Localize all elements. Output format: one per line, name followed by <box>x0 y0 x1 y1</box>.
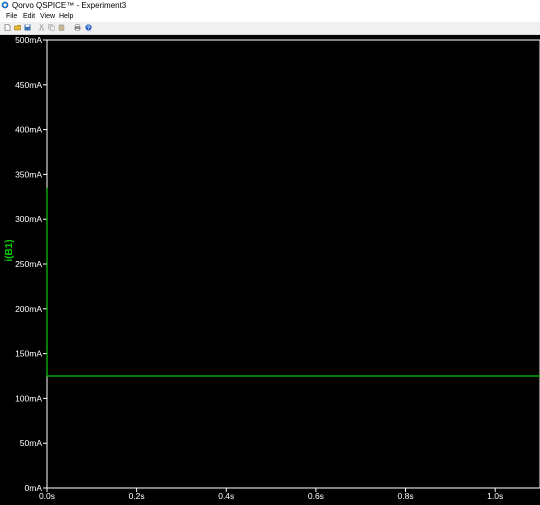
y-tick-label: 200mA <box>15 304 42 314</box>
y-tick-label: 50mA <box>20 438 43 448</box>
trace-i-b1[interactable] <box>46 187 540 377</box>
x-tick-label: 0.8s <box>398 491 414 500</box>
cut-icon[interactable] <box>38 24 45 31</box>
menu-edit[interactable]: Edit <box>23 11 35 22</box>
y-tick-label: 500mA <box>15 35 42 45</box>
waveform-chart[interactable]: 0mA50mA100mA150mA200mA250mA300mA350mA400… <box>0 35 540 501</box>
y-tick-label: 350mA <box>15 169 42 179</box>
menu-view[interactable]: View <box>40 11 55 22</box>
copy-icon[interactable] <box>48 24 55 31</box>
y-tick-label: 400mA <box>15 125 42 135</box>
save-icon[interactable] <box>24 24 31 31</box>
plot-frame <box>46 39 540 489</box>
help-icon[interactable]: ? <box>85 24 92 31</box>
menu-bar: File Edit View Help <box>0 11 540 22</box>
new-file-icon[interactable] <box>4 24 11 31</box>
waveform-plot[interactable]: 0mA 50mA 100mA 150mA 200mA 250mA 300mA 350mA 400… <box>0 35 540 501</box>
svg-text:?: ? <box>87 25 90 31</box>
y-tick-label: 300mA <box>15 214 42 224</box>
toolbar: ? <box>0 22 540 35</box>
menu-help[interactable]: Help <box>59 11 73 22</box>
y-tick-label: 250mA <box>15 259 42 269</box>
paste-icon[interactable] <box>58 24 65 31</box>
title-bar: Qorvo QSPICE™ - Experiment3 <box>0 0 540 11</box>
y-tick-label: 450mA <box>15 80 42 90</box>
print-icon[interactable] <box>74 24 81 31</box>
x-tick-label: 0.6s <box>308 491 324 500</box>
window-title: Qorvo QSPICE™ - Experiment3 <box>12 1 127 10</box>
open-folder-icon[interactable] <box>14 24 21 31</box>
y-axis-label: i(B1) <box>4 239 15 261</box>
x-tick-label: 0.4s <box>218 491 234 500</box>
menu-file[interactable]: File <box>6 11 17 22</box>
x-tick-label: 0.0s <box>39 491 55 500</box>
y-tick-label: 100mA <box>15 393 42 403</box>
x-tick-label: 1.0s <box>487 491 503 500</box>
y-tick-label: 150mA <box>15 349 42 359</box>
x-tick-label: 0.2s <box>129 491 145 500</box>
app-icon <box>1 1 9 9</box>
